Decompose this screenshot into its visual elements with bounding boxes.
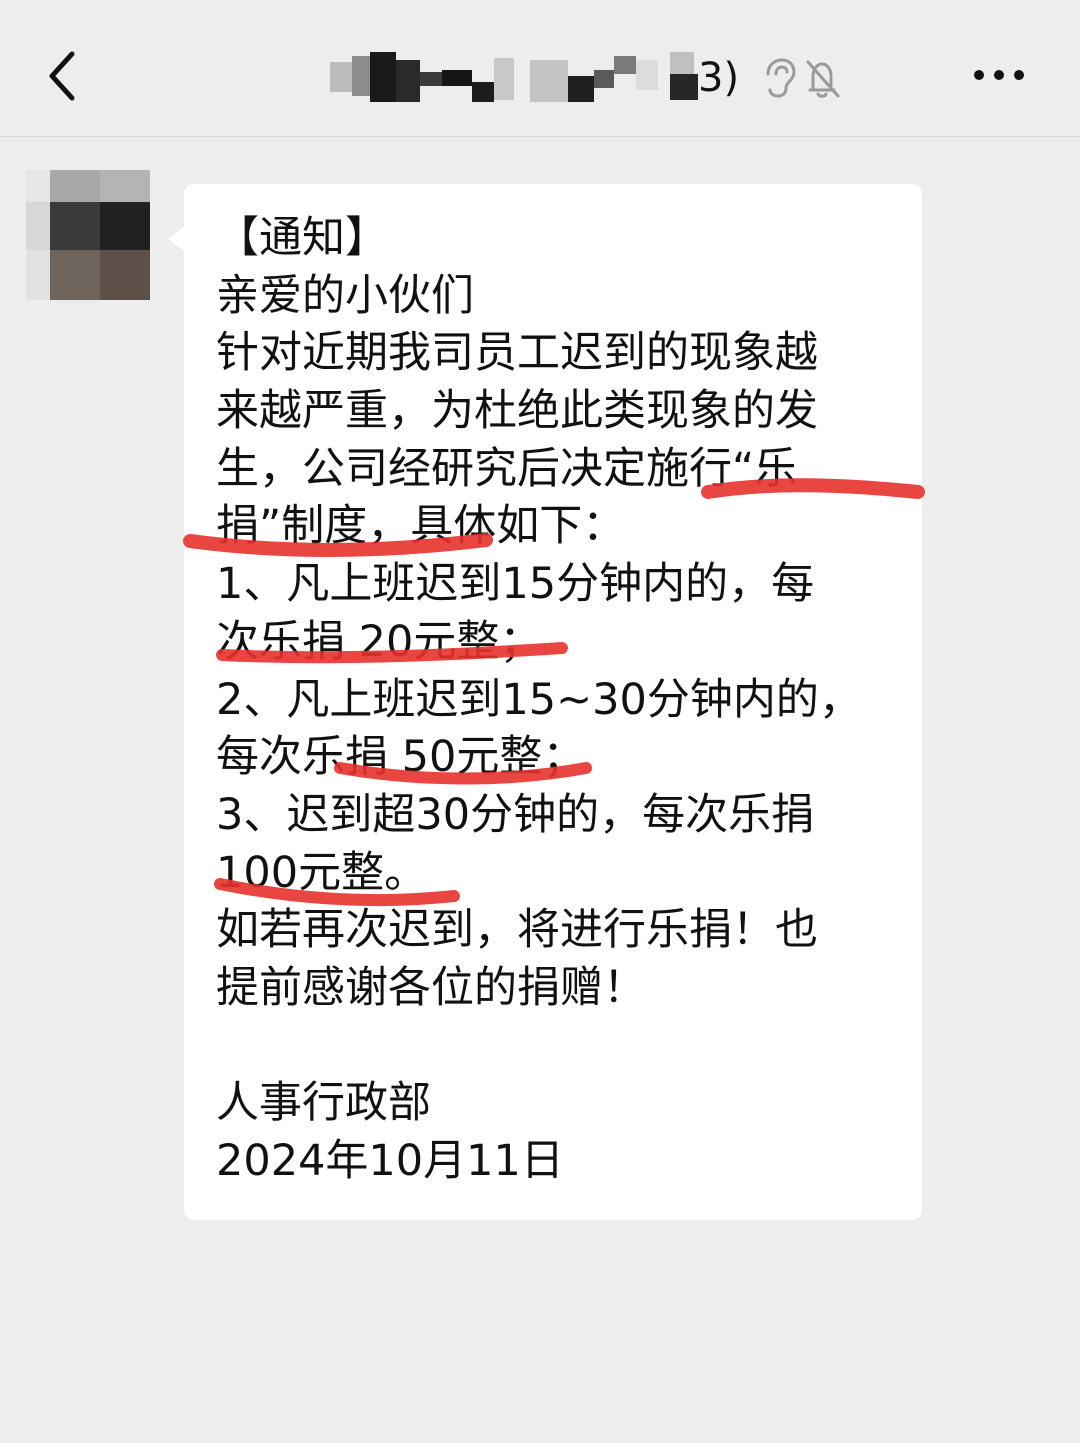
message-line: 来越严重，为杜绝此类现象的发	[216, 386, 818, 437]
chat-member-count: 3)	[698, 55, 740, 101]
ear-icon	[758, 56, 798, 100]
avatar[interactable]	[26, 170, 150, 300]
message-line: 1、凡上班迟到15分钟内的，每	[216, 559, 815, 610]
message-line: 亲爱的小伙们	[216, 270, 474, 321]
message-line: 捐”制度，具体如下：	[216, 501, 626, 552]
chat-title: 3)	[330, 48, 890, 108]
message-line: 100元整。	[216, 847, 428, 898]
message-line: 3、迟到超30分钟的，每次乐捐	[216, 789, 815, 840]
message-line: 提前感谢各位的捐赠！	[216, 962, 646, 1013]
signature: 人事行政部	[216, 1078, 431, 1129]
message-line: 次乐捐 20元整；	[216, 616, 543, 667]
more-icon[interactable]	[966, 60, 1032, 90]
message-line: 【通知】	[216, 213, 388, 263]
back-icon[interactable]	[38, 48, 90, 104]
mute-bell-icon	[802, 56, 842, 100]
message-line: 2、凡上班迟到15~30分钟内的，	[216, 674, 862, 725]
chat-header: 3)	[0, 0, 1080, 137]
blurred-chat-name	[330, 52, 698, 104]
message-line: 如若再次迟到，将进行乐捐！也	[216, 905, 818, 956]
message-line: 针对近期我司员工迟到的现象越	[216, 328, 818, 379]
bubble-tail	[168, 226, 185, 252]
message-text: 【通知】 亲爱的小伙们 针对近期我司员工迟到的现象越 来越严重，为杜绝此类现象的…	[216, 210, 906, 1191]
message-date: 2024年10月11日	[216, 1136, 564, 1186]
message-line: 每次乐捐 50元整；	[216, 732, 586, 783]
message-line: 生，公司经研究后决定施行“乐	[216, 443, 798, 494]
